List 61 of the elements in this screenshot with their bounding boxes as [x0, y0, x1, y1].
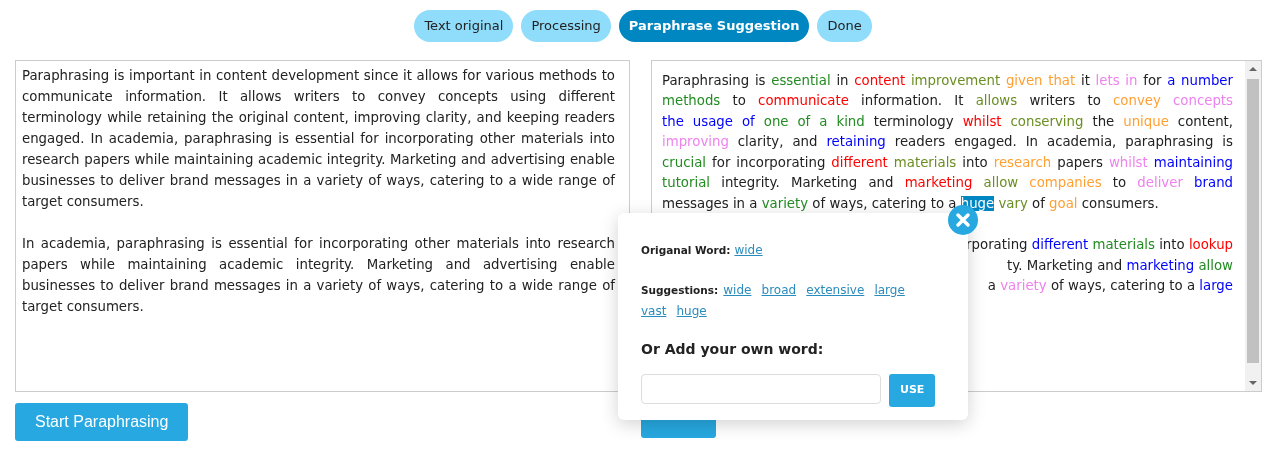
suggested-word[interactable]: the usage of [662, 113, 755, 129]
suggested-word[interactable]: large [1199, 278, 1233, 293]
suggested-word[interactable]: one of a kind [763, 113, 865, 129]
original-word-link[interactable]: wide [734, 243, 763, 257]
suggested-word[interactable]: marketing [1126, 257, 1195, 273]
field-label: Origanal Word: [641, 244, 731, 256]
suggested-word[interactable]: communicate [758, 93, 849, 108]
paragraph: In academia, paraphrasing is essential for incorporating other materials into research papers while maintaining academic integrity. Marketing and advertising enable businesses to deliver brand messages in a variety of ways, catering to a wide range of target consumers. [22, 234, 615, 316]
suggested-word[interactable]: lets in [1095, 72, 1138, 88]
suggestion-link[interactable]: extensive [806, 283, 865, 297]
step-tab[interactable]: Processing [521, 10, 611, 42]
suggested-word[interactable]: variety [761, 195, 809, 211]
suggested-word[interactable]: essential [771, 72, 831, 88]
suggested-word[interactable]: whilst [1108, 154, 1148, 170]
use-button[interactable]: USE [889, 374, 936, 407]
suggestion-link[interactable]: huge [676, 304, 707, 318]
suggested-word[interactable]: different [1031, 237, 1089, 252]
suggested-word[interactable]: methods [662, 93, 721, 108]
suggested-word[interactable]: content [854, 72, 906, 88]
suggested-word[interactable]: goal [1049, 195, 1078, 211]
suggested-word[interactable]: research [993, 154, 1052, 170]
suggested-word[interactable]: tutorial [662, 175, 710, 190]
suggestion-link[interactable]: vast [641, 304, 667, 318]
suggestion-link[interactable]: broad [761, 283, 797, 297]
heading: Or Add your own word: [641, 340, 825, 359]
suggested-word[interactable]: given that [1005, 72, 1076, 88]
suggested-word[interactable]: allows [975, 93, 1018, 108]
suggestion-link[interactable]: wide [723, 283, 752, 297]
suggested-word[interactable]: variety [1000, 278, 1047, 293]
suggestion-link[interactable]: large [874, 283, 905, 297]
paragraph: Paraphrasing is important in content development since it allows for various methods to communicate information. It allows writers to convey concepts using different terminology while retaining the original content, improving clarity, and keeping readers engaged. In academia, paraphrasing is essential for incorporating other materials into research papers while maintaining academic integrity. Marketing and advertising enable businesses to deliver brand messages in a variety of ways, catering to a wide range of target consumers. [22, 66, 615, 211]
suggested-word[interactable]: conserving [1010, 113, 1084, 129]
step-tab[interactable]: Done [817, 10, 872, 42]
suggested-word[interactable]: marketing [904, 175, 973, 190]
suggested-word[interactable]: convey [1113, 93, 1161, 108]
start-button[interactable]: Start Paraphrasing [15, 402, 189, 441]
suggested-word[interactable]: materials [1092, 237, 1155, 252]
suggested-word[interactable]: a number [1167, 72, 1234, 88]
suggested-word[interactable]: maintaining [1153, 154, 1233, 170]
suggested-word[interactable]: materials [893, 154, 957, 170]
suggested-word[interactable]: retaining [826, 134, 886, 149]
suggested-word[interactable]: companies [1029, 175, 1102, 190]
suggested-word[interactable]: improving [662, 134, 729, 149]
suggested-word[interactable]: brand [1194, 175, 1233, 190]
step-tab[interactable]: Text original [414, 10, 514, 42]
field-label: Suggestions: [641, 284, 719, 296]
suggested-word[interactable]: concepts [1173, 93, 1233, 108]
suggested-word[interactable]: different [831, 154, 888, 170]
word-input[interactable] [641, 374, 881, 404]
step-tab[interactable]: Paraphrase Suggestion [618, 10, 810, 42]
suggested-word[interactable]: allow [983, 175, 1019, 190]
suggested-word[interactable]: allow [1198, 257, 1233, 273]
suggested-word[interactable]: crucial [662, 154, 707, 170]
suggested-word[interactable]: unique [1123, 113, 1169, 129]
suggested-word[interactable]: improvement [910, 72, 1001, 88]
suggested-word[interactable]: whilst [962, 113, 1002, 129]
suggested-word[interactable]: lookup [1188, 237, 1233, 252]
suggested-word[interactable]: deliver [1137, 175, 1183, 190]
suggested-word[interactable]: vary [998, 195, 1028, 211]
scrollbar[interactable] [1245, 60, 1261, 391]
text-input-area[interactable] [15, 59, 630, 392]
